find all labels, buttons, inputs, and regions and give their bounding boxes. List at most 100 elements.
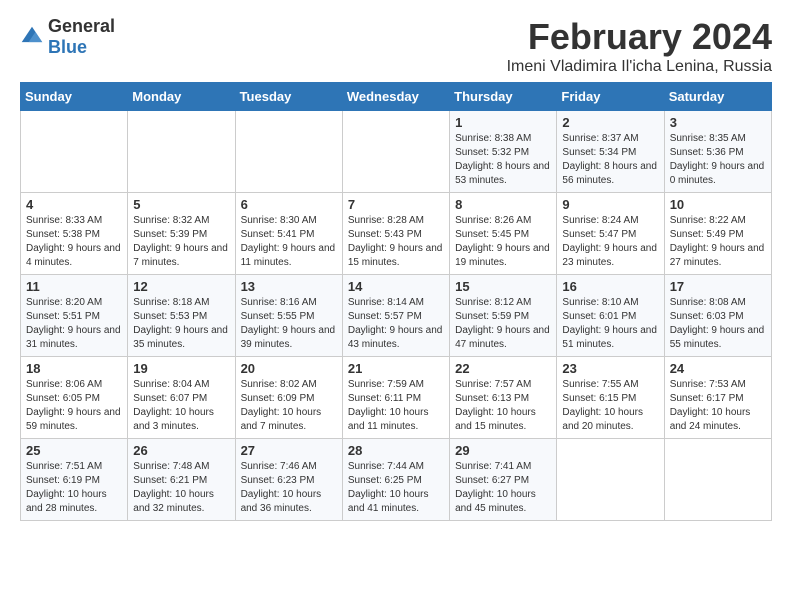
weekday-header-saturday: Saturday [664,83,771,111]
calendar-week-4: 18Sunrise: 8:06 AM Sunset: 6:05 PM Dayli… [21,357,772,439]
weekday-header-wednesday: Wednesday [342,83,449,111]
day-info: Sunrise: 8:14 AM Sunset: 5:57 PM Dayligh… [348,296,444,352]
weekday-header-sunday: Sunday [21,83,128,111]
calendar-cell [235,111,342,193]
day-number: 9 [562,197,658,212]
weekday-header-row: SundayMondayTuesdayWednesdayThursdayFrid… [21,83,772,111]
day-number: 12 [133,279,229,294]
day-number: 6 [241,197,337,212]
calendar-cell [664,439,771,521]
calendar-cell: 24 Sunrise: 7:53 AM Sunset: 6:17 PM Dayli… [664,357,771,439]
calendar-cell: 2 Sunrise: 8:37 AM Sunset: 5:34 PM Daylig… [557,111,664,193]
calendar-table: SundayMondayTuesdayWednesdayThursdayFrid… [20,82,772,521]
day-info: Sunrise: 7:55 AM Sunset: 6:15 PM Dayligh… [562,378,658,434]
calendar-week-2: 4 Sunrise: 8:33 AM Sunset: 5:38 PM Daylig… [21,193,772,275]
day-number: 5 [133,197,229,212]
calendar-cell [557,439,664,521]
calendar-cell [21,111,128,193]
calendar-cell: 7 Sunrise: 8:28 AM Sunset: 5:43 PM Daylig… [342,193,449,275]
day-number: 16 [562,279,658,294]
logo-text: General Blue [48,16,115,58]
calendar-cell: 26 Sunrise: 7:48 AM Sunset: 6:21 PM Dayli… [128,439,235,521]
day-number: 28 [348,443,444,458]
header: General Blue February 2024 Imeni Vladimi… [20,16,772,76]
day-number: 25 [26,443,122,458]
day-info: Sunrise: 8:24 AM Sunset: 5:47 PM Dayligh… [562,214,658,270]
calendar-cell: 12 Sunrise: 8:18 AM Sunset: 5:53 PM Dayli… [128,275,235,357]
day-number: 3 [670,115,766,130]
day-number: 15 [455,279,551,294]
calendar-cell: 5 Sunrise: 8:32 AM Sunset: 5:39 PM Daylig… [128,193,235,275]
day-info: Sunrise: 8:38 AM Sunset: 5:32 PM Dayligh… [455,132,551,188]
calendar-cell: 19Sunrise: 8:04 AM Sunset: 6:07 PM Dayli… [128,357,235,439]
calendar-cell: 21 Sunrise: 7:59 AM Sunset: 6:11 PM Dayli… [342,357,449,439]
calendar-cell: 8 Sunrise: 8:26 AM Sunset: 5:45 PM Daylig… [450,193,557,275]
calendar-header: SundayMondayTuesdayWednesdayThursdayFrid… [21,83,772,111]
subtitle: Imeni Vladimira Il'icha Lenina, Russia [507,58,772,76]
day-number: 7 [348,197,444,212]
day-number: 24 [670,361,766,376]
day-info: Sunrise: 8:37 AM Sunset: 5:34 PM Dayligh… [562,132,658,188]
day-info: Sunrise: 7:57 AM Sunset: 6:13 PM Dayligh… [455,378,551,434]
day-number: 18 [26,361,122,376]
day-info: Sunrise: 7:59 AM Sunset: 6:11 PM Dayligh… [348,378,444,434]
calendar-cell [128,111,235,193]
calendar-cell: 16Sunrise: 8:10 AM Sunset: 6:01 PM Dayli… [557,275,664,357]
main-title: February 2024 [507,16,772,58]
day-info: Sunrise: 8:16 AM Sunset: 5:55 PM Dayligh… [241,296,337,352]
day-info: Sunrise: 8:26 AM Sunset: 5:45 PM Dayligh… [455,214,551,270]
calendar-cell: 13 Sunrise: 8:16 AM Sunset: 5:55 PM Dayli… [235,275,342,357]
day-info: Sunrise: 7:48 AM Sunset: 6:21 PM Dayligh… [133,460,229,516]
day-info: Sunrise: 8:22 AM Sunset: 5:49 PM Dayligh… [670,214,766,270]
calendar-body: 1 Sunrise: 8:38 AM Sunset: 5:32 PM Daylig… [21,111,772,521]
day-number: 1 [455,115,551,130]
weekday-header-friday: Friday [557,83,664,111]
calendar-cell: 18Sunrise: 8:06 AM Sunset: 6:05 PM Dayli… [21,357,128,439]
calendar-cell: 22 Sunrise: 7:57 AM Sunset: 6:13 PM Dayli… [450,357,557,439]
weekday-header-tuesday: Tuesday [235,83,342,111]
day-info: Sunrise: 8:33 AM Sunset: 5:38 PM Dayligh… [26,214,122,270]
day-info: Sunrise: 8:18 AM Sunset: 5:53 PM Dayligh… [133,296,229,352]
day-info: Sunrise: 8:02 AM Sunset: 6:09 PM Dayligh… [241,378,337,434]
day-number: 10 [670,197,766,212]
title-area: February 2024 Imeni Vladimira Il'icha Le… [507,16,772,76]
day-info: Sunrise: 8:32 AM Sunset: 5:39 PM Dayligh… [133,214,229,270]
weekday-header-monday: Monday [128,83,235,111]
calendar-week-1: 1 Sunrise: 8:38 AM Sunset: 5:32 PM Daylig… [21,111,772,193]
logo: General Blue [20,16,115,58]
day-number: 20 [241,361,337,376]
calendar-cell: 3Sunrise: 8:35 AM Sunset: 5:36 PM Daylig… [664,111,771,193]
day-number: 14 [348,279,444,294]
day-number: 19 [133,361,229,376]
day-number: 8 [455,197,551,212]
day-number: 22 [455,361,551,376]
day-number: 13 [241,279,337,294]
day-number: 2 [562,115,658,130]
calendar-cell: 14 Sunrise: 8:14 AM Sunset: 5:57 PM Dayli… [342,275,449,357]
calendar-cell: 4 Sunrise: 8:33 AM Sunset: 5:38 PM Daylig… [21,193,128,275]
day-info: Sunrise: 8:12 AM Sunset: 5:59 PM Dayligh… [455,296,551,352]
calendar-cell: 29 Sunrise: 7:41 AM Sunset: 6:27 PM Dayli… [450,439,557,521]
calendar-cell: 23Sunrise: 7:55 AM Sunset: 6:15 PM Dayli… [557,357,664,439]
calendar-cell: 1 Sunrise: 8:38 AM Sunset: 5:32 PM Daylig… [450,111,557,193]
calendar-cell: 15 Sunrise: 8:12 AM Sunset: 5:59 PM Dayli… [450,275,557,357]
day-info: Sunrise: 8:08 AM Sunset: 6:03 PM Dayligh… [670,296,766,352]
day-info: Sunrise: 8:28 AM Sunset: 5:43 PM Dayligh… [348,214,444,270]
day-info: Sunrise: 7:53 AM Sunset: 6:17 PM Dayligh… [670,378,766,434]
day-number: 4 [26,197,122,212]
calendar-cell: 6Sunrise: 8:30 AM Sunset: 5:41 PM Daylig… [235,193,342,275]
calendar-cell: 28Sunrise: 7:44 AM Sunset: 6:25 PM Dayli… [342,439,449,521]
day-info: Sunrise: 8:20 AM Sunset: 5:51 PM Dayligh… [26,296,122,352]
day-number: 21 [348,361,444,376]
calendar-cell: 17 Sunrise: 8:08 AM Sunset: 6:03 PM Dayli… [664,275,771,357]
day-info: Sunrise: 7:51 AM Sunset: 6:19 PM Dayligh… [26,460,122,516]
day-info: Sunrise: 7:46 AM Sunset: 6:23 PM Dayligh… [241,460,337,516]
calendar-cell: 20 Sunrise: 8:02 AM Sunset: 6:09 PM Dayli… [235,357,342,439]
day-number: 29 [455,443,551,458]
calendar-cell: 25 Sunrise: 7:51 AM Sunset: 6:19 PM Dayli… [21,439,128,521]
day-number: 17 [670,279,766,294]
day-info: Sunrise: 7:41 AM Sunset: 6:27 PM Dayligh… [455,460,551,516]
day-number: 26 [133,443,229,458]
calendar-cell: 11 Sunrise: 8:20 AM Sunset: 5:51 PM Dayli… [21,275,128,357]
day-number: 11 [26,279,122,294]
